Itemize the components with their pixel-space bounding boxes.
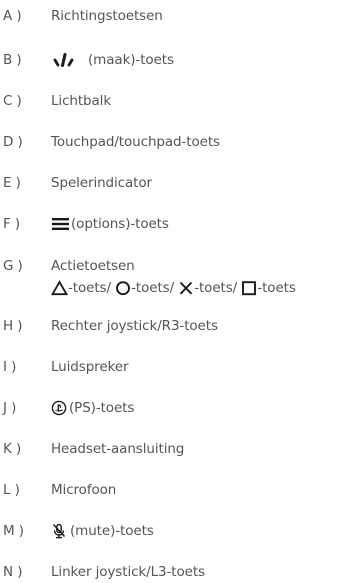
item-letter: B ) xyxy=(3,52,22,68)
square-icon xyxy=(241,280,257,296)
list-item: B ) (maak)-toets xyxy=(0,49,353,71)
list-item: I ) Luidspreker xyxy=(0,356,353,378)
item-label: Touchpad/touchpad-toets xyxy=(51,134,220,150)
item-letter: D ) xyxy=(3,134,23,150)
circle-icon xyxy=(115,280,131,296)
create-icon xyxy=(51,52,87,68)
cross-button-label: -toets/ xyxy=(194,280,242,296)
item-letter: K ) xyxy=(3,441,22,457)
list-item: K ) Headset-aansluiting xyxy=(0,438,353,460)
item-label: Microfoon xyxy=(51,482,117,498)
item-label: Richtingstoetsen xyxy=(51,8,163,24)
list-item: J ) (PS)-toets xyxy=(0,397,353,419)
item-label: Actietoetsen xyxy=(51,258,135,274)
item-label: Luidspreker xyxy=(51,359,129,375)
item-label: Spelerindicator xyxy=(51,175,152,191)
list-item: H ) Rechter joystick/R3-toets xyxy=(0,315,353,337)
triangle-icon xyxy=(51,280,68,296)
item-label: (maak)-toets xyxy=(88,52,174,68)
item-letter: L ) xyxy=(3,482,20,498)
item-label: (PS)-toets xyxy=(69,400,135,416)
item-label: (options)-toets xyxy=(71,216,169,232)
item-letter: C ) xyxy=(3,93,22,109)
list-item: L ) Microfoon xyxy=(0,479,353,501)
list-item: F ) (options)-toets xyxy=(0,213,353,235)
item-label: Linker joystick/L3-toets xyxy=(51,564,205,580)
item-label: Headset-aansluiting xyxy=(51,441,185,457)
list-item: D ) Touchpad/touchpad-toets xyxy=(0,131,353,153)
list-item: E ) Spelerindicator xyxy=(0,172,353,194)
cross-icon xyxy=(178,280,194,296)
list-item: C ) Lichtbalk xyxy=(0,90,353,112)
list-item: A ) Richtingstoetsen xyxy=(0,5,353,27)
item-letter: N ) xyxy=(3,564,23,580)
item-letter: H ) xyxy=(3,318,23,334)
triangle-button-label: -toets/ xyxy=(68,280,116,296)
circle-button-label: -toets/ xyxy=(131,280,179,296)
item-letter: J ) xyxy=(3,400,17,416)
list-item: G ) Actietoetsen -toets/ -toets/ -toets/… xyxy=(0,255,353,299)
item-letter: M ) xyxy=(3,523,24,539)
action-buttons-line: -toets/ -toets/ -toets/ -toets xyxy=(51,277,296,299)
item-letter: A ) xyxy=(3,8,22,24)
list-item: N ) Linker joystick/L3-toets xyxy=(0,561,353,583)
square-button-label: -toets xyxy=(257,280,296,296)
item-label: Rechter joystick/R3-toets xyxy=(51,318,218,334)
options-icon xyxy=(51,216,70,232)
item-letter: E ) xyxy=(3,175,21,191)
item-label: Lichtbalk xyxy=(51,93,112,109)
item-letter: I ) xyxy=(3,359,17,375)
list-item: M ) (mute)-toets xyxy=(0,520,353,542)
item-label: (mute)-toets xyxy=(70,523,154,539)
ps-logo-icon xyxy=(51,400,67,416)
item-letter: F ) xyxy=(3,216,21,232)
mute-microphone-icon xyxy=(51,523,67,539)
item-letter: G ) xyxy=(3,258,23,274)
